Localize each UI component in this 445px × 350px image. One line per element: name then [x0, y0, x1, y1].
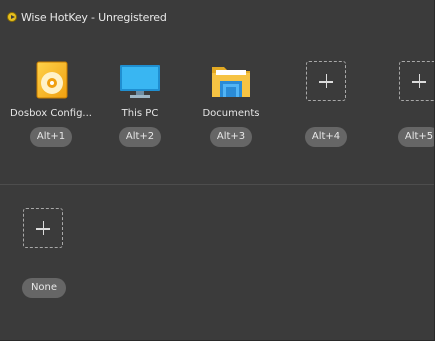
add-shortcut-button[interactable] [399, 61, 434, 101]
shortcut-label: This PC [121, 108, 159, 119]
window-title: Wise HotKey - Unregistered [21, 11, 167, 24]
shortcut-label: Documents [202, 108, 260, 119]
add-icon [399, 61, 434, 101]
folder-icon [211, 61, 251, 101]
hotkey-none-button[interactable]: None [22, 278, 66, 298]
app-window: Wise HotKey - Unregistered Dosbox Config… [0, 0, 435, 341]
hotkey-button[interactable]: Alt+5 [398, 127, 434, 147]
disc-icon [31, 61, 71, 101]
monitor-icon [120, 61, 160, 101]
hotkey-button[interactable]: Alt+1 [30, 127, 72, 147]
add-icon [306, 61, 346, 101]
hotkey-button[interactable]: Alt+2 [119, 127, 161, 147]
app-logo-icon [7, 12, 17, 22]
section-divider [0, 184, 434, 185]
hotkey-button[interactable]: Alt+3 [210, 127, 252, 147]
add-shortcut-button[interactable] [306, 61, 346, 101]
add-icon[interactable] [23, 208, 63, 248]
title-bar: Wise HotKey - Unregistered [0, 0, 434, 34]
hotkey-button[interactable]: Alt+4 [305, 127, 347, 147]
shortcut-label: Dosbox Config... [10, 108, 92, 119]
